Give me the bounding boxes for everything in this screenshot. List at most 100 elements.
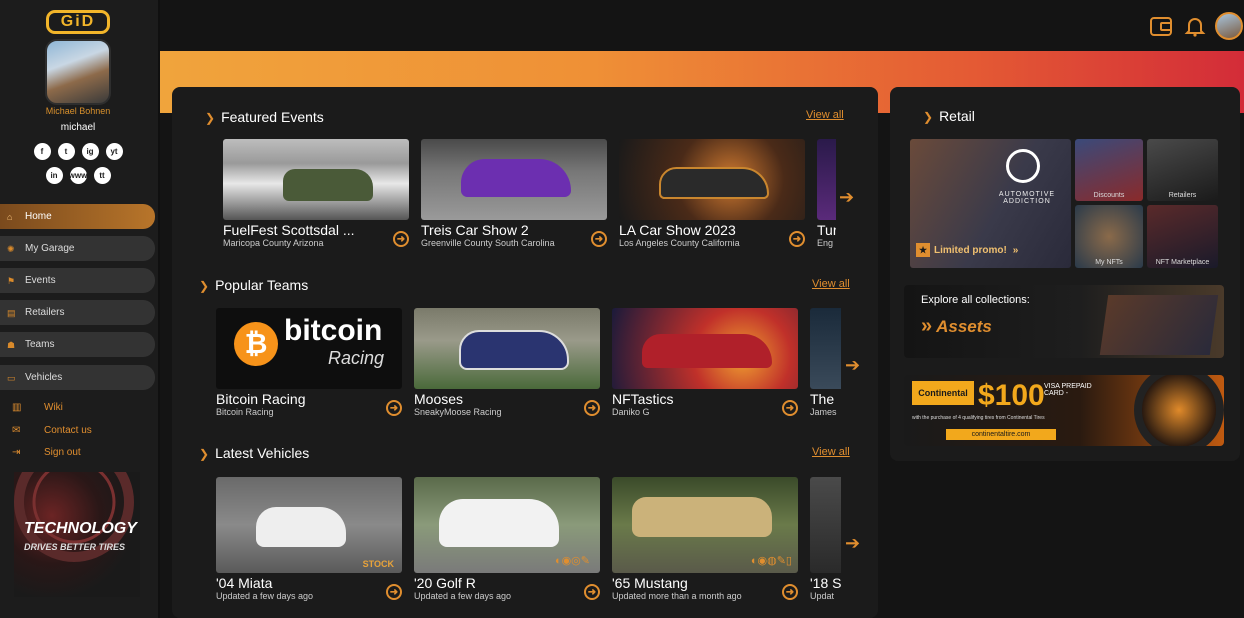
vehicle-title: '04 Miata xyxy=(216,575,273,591)
retailers-tile[interactable]: Retailers xyxy=(1147,139,1218,201)
team-image xyxy=(810,308,841,389)
team-card[interactable]: ₿ bitcoin Racing Bitcoin Racing Bitcoin … xyxy=(216,308,402,417)
event-card[interactable]: Tur Eng xyxy=(817,139,836,248)
arrow-circle-icon[interactable]: ➜ xyxy=(782,584,798,600)
event-title: Treis Car Show 2 xyxy=(421,222,529,238)
automotive-addiction-tile[interactable]: AUTOMOTIVE ADDICTION ★ Limited promo! » xyxy=(910,139,1071,268)
bell-icon[interactable] xyxy=(1183,14,1207,38)
event-card[interactable]: Treis Car Show 2 Greenville County South… xyxy=(421,139,607,248)
nav-home[interactable]: ⌂ Home xyxy=(0,204,155,229)
featured-view-all[interactable]: View all xyxy=(806,109,844,121)
link-contact-label: Contact us xyxy=(44,425,92,436)
team-image xyxy=(414,308,600,389)
team-title: NFTastics xyxy=(612,391,674,407)
facebook-icon[interactable]: f xyxy=(33,143,51,160)
profile-avatar[interactable] xyxy=(45,39,111,105)
assets-heading: » Assets xyxy=(921,315,992,338)
retail-title-text: Retail xyxy=(939,108,975,124)
team-card[interactable]: Mooses SneakyMoose Racing ➜ xyxy=(414,308,600,417)
vehicles-title-text: Latest Vehicles xyxy=(215,445,310,461)
arrow-circle-icon[interactable]: ➜ xyxy=(393,231,409,247)
vehicle-card[interactable]: ◐◉◎✎ '20 Golf R Updated a few days ago ➜ xyxy=(414,477,600,601)
social-row-2: in www tt xyxy=(0,167,156,184)
sidebar-ad[interactable]: TECHNOLOGY DRIVES BETTER TIRES xyxy=(14,472,140,597)
car-shape xyxy=(659,167,769,199)
mail-icon: ✉ xyxy=(12,425,21,436)
nav-events[interactable]: ⚑ Events xyxy=(0,268,155,293)
instagram-icon[interactable]: ig xyxy=(81,143,99,160)
team-title: The xyxy=(810,391,835,407)
linkedin-icon[interactable]: in xyxy=(45,167,63,184)
nav-my-garage[interactable]: ✺ My Garage xyxy=(0,236,155,261)
sidebar: GiD Michael Bohnen michael f t ig yt in … xyxy=(0,0,160,618)
my-nfts-tile[interactable]: My NFTs xyxy=(1075,205,1143,268)
discounts-tile[interactable]: Discounts xyxy=(1075,139,1143,201)
tiktok-icon[interactable]: tt xyxy=(93,167,111,184)
wheel-icon: ✺ xyxy=(7,243,15,254)
link-signout[interactable]: ⇥ Sign out xyxy=(12,447,81,458)
store-icon: ▤ xyxy=(7,307,16,318)
bitcoin-logo-icon: ₿ xyxy=(234,322,278,366)
arrow-circle-icon[interactable]: ➜ xyxy=(789,231,805,247)
website-icon[interactable]: www xyxy=(69,167,87,184)
tire-graphic xyxy=(1134,375,1224,446)
chevron-right-icon: ❯ xyxy=(205,111,216,125)
arrow-circle-icon[interactable]: ➜ xyxy=(584,584,600,600)
event-image xyxy=(421,139,607,220)
event-image xyxy=(619,139,805,220)
vehicle-updated: Updated a few days ago xyxy=(216,591,314,601)
fine-print: with the purchase of 4 qualifying tires … xyxy=(912,415,1045,421)
gid-logo[interactable]: GiD xyxy=(46,10,110,34)
arrow-circle-icon[interactable]: ➜ xyxy=(386,400,402,416)
team-image xyxy=(612,308,798,389)
assets-banner[interactable]: Explore all collections: » Assets xyxy=(904,285,1224,358)
link-contact[interactable]: ✉ Contact us xyxy=(12,425,92,436)
youtube-icon[interactable]: yt xyxy=(105,143,123,160)
featured-carousel: FuelFest Scottsdal ... Maricopa County A… xyxy=(223,139,836,254)
vehicle-card[interactable]: ◐◉◍✎▯ '65 Mustang Updated more than a mo… xyxy=(612,477,798,601)
team-card[interactable]: The James xyxy=(810,308,841,417)
book-icon: ▥ xyxy=(12,402,22,413)
arrow-circle-icon[interactable]: ➜ xyxy=(782,400,798,416)
main-panel: ❯ Featured Events View all FuelFest Scott… xyxy=(172,87,878,618)
teams-next-arrow[interactable]: ➔ xyxy=(845,355,860,376)
arrow-circle-icon[interactable]: ➜ xyxy=(591,231,607,247)
continental-ad[interactable]: Continental $100 VISA PREPAID CARD - wit… xyxy=(904,375,1224,446)
event-card[interactable]: FuelFest Scottsdal ... Maricopa County A… xyxy=(223,139,409,248)
nav-events-label: Events xyxy=(25,275,56,286)
vehicles-next-arrow[interactable]: ➔ xyxy=(845,533,860,554)
featured-next-arrow[interactable]: ➔ xyxy=(839,187,854,208)
team-card[interactable]: NFTastics Daniko G ➜ xyxy=(612,308,798,417)
nft-marketplace-label: NFT Marketplace xyxy=(1155,259,1210,266)
chevron-right-icon: ❯ xyxy=(199,447,210,461)
teams-view-all[interactable]: View all xyxy=(812,278,850,290)
vehicle-mods-icons: ◐◉◍✎▯ xyxy=(750,555,792,567)
vehicle-updated: Updated a few days ago xyxy=(414,591,512,601)
nav-my-garage-label: My Garage xyxy=(25,243,75,254)
continental-logo: Continental xyxy=(912,381,974,405)
featured-title-text: Featured Events xyxy=(221,109,324,125)
arrow-circle-icon[interactable]: ➜ xyxy=(386,584,402,600)
vehicle-card[interactable]: STOCK '04 Miata Updated a few days ago ➜ xyxy=(216,477,402,601)
signout-icon: ⇥ xyxy=(12,447,21,458)
vehicles-view-all[interactable]: View all xyxy=(812,446,850,458)
vehicle-image: ◐◉◎✎ xyxy=(414,477,600,573)
event-card[interactable]: LA Car Show 2023 Los Angeles County Cali… xyxy=(619,139,805,248)
nav-vehicles[interactable]: ▭ Vehicles xyxy=(0,365,155,390)
arrow-circle-icon[interactable]: ➜ xyxy=(584,400,600,416)
vehicle-card[interactable]: '18 S Updat xyxy=(810,477,841,601)
user-full-name[interactable]: Michael Bohnen xyxy=(0,106,156,116)
nav-vehicles-label: Vehicles xyxy=(25,372,63,383)
nav-retailers[interactable]: ▤ Retailers xyxy=(0,300,155,325)
car-shape xyxy=(256,507,346,547)
nft-marketplace-tile[interactable]: NFT Marketplace xyxy=(1147,205,1218,268)
twitter-icon[interactable]: t xyxy=(57,143,75,160)
nav-teams[interactable]: ☗ Teams xyxy=(0,332,155,357)
limited-promo-label: ★ Limited promo! » xyxy=(916,243,1018,257)
header-avatar[interactable] xyxy=(1215,12,1243,40)
star-icon: ★ xyxy=(916,243,930,257)
wallet-icon[interactable] xyxy=(1149,14,1173,38)
chevron-right-icon: ❯ xyxy=(923,110,934,124)
link-wiki[interactable]: ▥ Wiki xyxy=(12,402,63,413)
nft-cards-graphic xyxy=(1099,295,1219,355)
